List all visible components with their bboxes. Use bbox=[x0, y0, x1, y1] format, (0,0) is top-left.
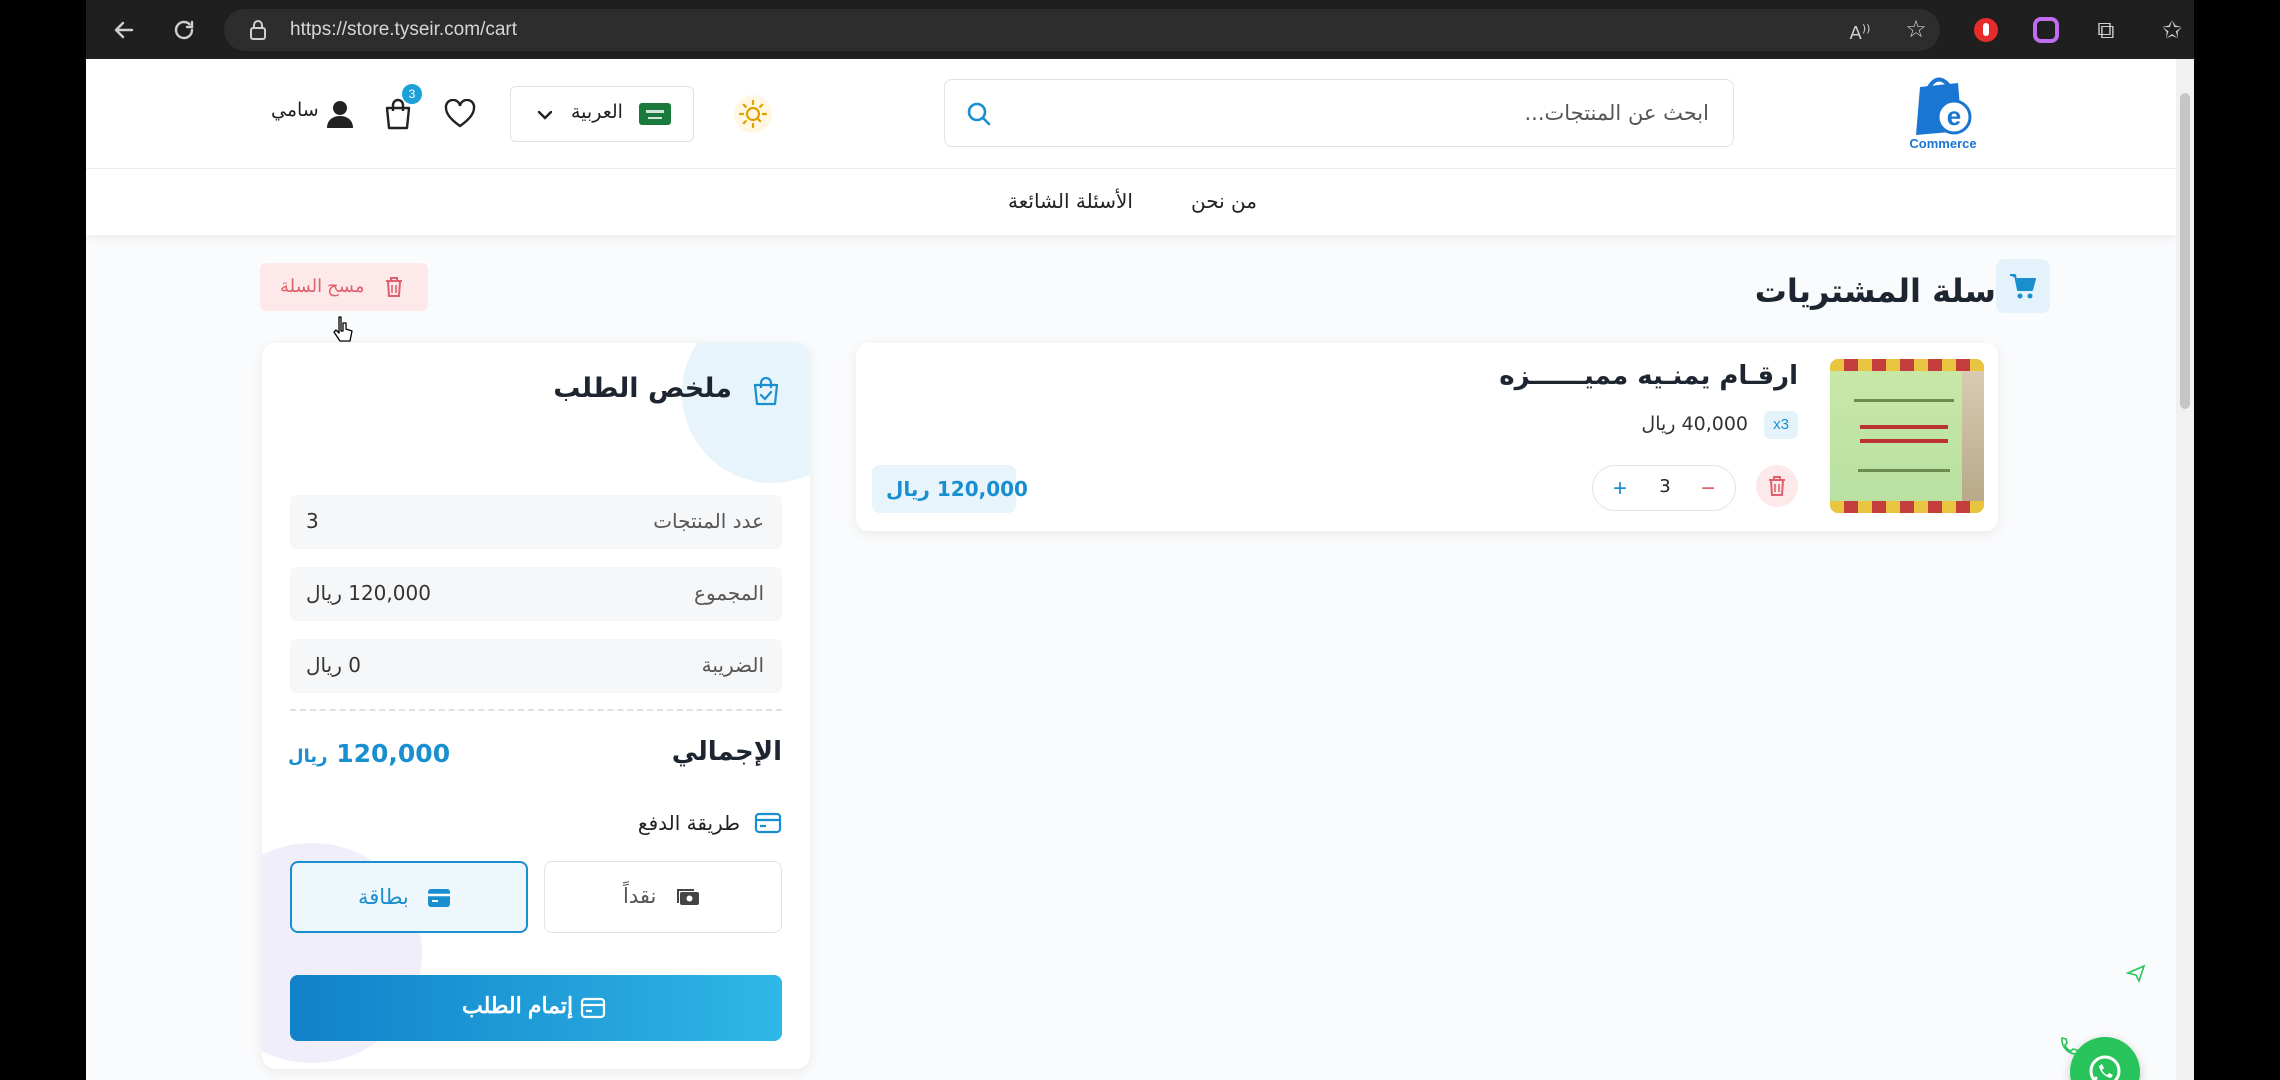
page-title: سلة المشتريات bbox=[1754, 272, 1996, 310]
cart-count-badge: 3 bbox=[402, 84, 422, 104]
grand-total-value: 120,000 ريال bbox=[288, 739, 450, 768]
theme-toggle-button[interactable] bbox=[734, 95, 772, 133]
scrollbar-thumb[interactable] bbox=[2180, 93, 2190, 409]
summary-title: ملخص الطلب bbox=[553, 373, 732, 404]
site-header: e Commerce العربية bbox=[86, 59, 2176, 169]
language-label: العربية bbox=[571, 101, 623, 123]
summary-row-label: المجموع bbox=[694, 581, 764, 605]
logo[interactable]: e Commerce bbox=[1898, 73, 1988, 155]
nav-about[interactable]: من نحن bbox=[1191, 189, 1257, 213]
line-total-badge: 120,000 ريال bbox=[872, 465, 1028, 513]
search-icon[interactable] bbox=[965, 100, 993, 128]
browser-window: https://store.tyseir.com/cart A)) ☆ ⧉ ✩ … bbox=[86, 0, 2194, 1080]
grand-total-currency: ريال bbox=[288, 746, 328, 767]
decrease-quantity-button[interactable]: − bbox=[1691, 472, 1725, 506]
search-box[interactable] bbox=[944, 79, 1734, 147]
page-content: e Commerce العربية bbox=[86, 59, 2176, 1080]
grand-total-amount: 120,000 bbox=[336, 739, 451, 768]
pay-cash-option[interactable]: نقداً bbox=[544, 861, 782, 933]
pay-card-option[interactable]: بطاقة bbox=[290, 861, 528, 933]
product-image[interactable] bbox=[1830, 359, 1984, 513]
favorite-star-icon[interactable]: ☆ bbox=[1900, 13, 1932, 45]
wishlist-heart-icon[interactable] bbox=[444, 99, 476, 129]
clear-cart-label: مسح السلة bbox=[280, 276, 365, 296]
remove-item-button[interactable] bbox=[1756, 465, 1798, 507]
cart-title-icon-box bbox=[1996, 259, 2050, 313]
nav-faq[interactable]: الأسئلة الشائعة bbox=[1008, 189, 1133, 213]
product-unit-price: 40,000 ريال bbox=[1641, 413, 1748, 435]
payment-method-title: طريقة الدفع bbox=[637, 811, 740, 835]
search-input[interactable] bbox=[1029, 80, 1709, 146]
line-total: 120,000 ريال bbox=[886, 477, 1028, 501]
trash-icon bbox=[386, 277, 402, 297]
mouse-cursor-icon bbox=[333, 316, 353, 342]
pay-cash-label: نقداً bbox=[623, 884, 657, 908]
extension-color-icon[interactable] bbox=[2030, 14, 2062, 46]
increase-quantity-button[interactable]: + bbox=[1603, 472, 1637, 506]
credit-card-icon bbox=[754, 812, 782, 834]
pay-card-label: بطاقة bbox=[358, 885, 409, 909]
credit-card-icon bbox=[580, 997, 606, 1019]
clear-cart-button[interactable]: مسح السلة bbox=[260, 263, 428, 311]
decorative-circle bbox=[682, 343, 810, 483]
whatsapp-chat-button[interactable] bbox=[2070, 1037, 2140, 1080]
back-icon[interactable] bbox=[108, 14, 140, 46]
user-icon[interactable] bbox=[326, 99, 354, 129]
logo-text: Commerce bbox=[1909, 136, 1976, 151]
checkout-label: إتمام الطلب bbox=[462, 993, 574, 1018]
summary-row-tax: الضريبة 0 ريال bbox=[290, 639, 782, 693]
credit-card-icon bbox=[428, 889, 450, 907]
checkout-button[interactable]: إتمام الطلب bbox=[290, 975, 782, 1041]
summary-row-label: عدد المنتجات bbox=[653, 509, 764, 533]
cart-item-card: ارقـام يمنـيه مميــــــزه x3 40,000 ريال… bbox=[856, 343, 1998, 531]
address-bar[interactable]: https://store.tyseir.com/cart A)) ☆ bbox=[224, 9, 1940, 51]
divider bbox=[290, 709, 782, 711]
whatsapp-icon bbox=[2089, 1055, 2121, 1080]
product-qty-badge: x3 bbox=[1764, 411, 1798, 439]
summary-row-subtotal: المجموع 120,000 ريال bbox=[290, 567, 782, 621]
favorites-icon[interactable]: ✩ bbox=[2156, 14, 2188, 46]
language-select[interactable]: العربية bbox=[510, 86, 694, 142]
quantity-stepper: − 3 + bbox=[1592, 465, 1736, 511]
grand-total-label: الإجمالي bbox=[671, 737, 782, 767]
chevron-down-icon bbox=[537, 110, 553, 120]
summary-row-value: 120,000 ريال bbox=[306, 581, 431, 605]
phone-icon bbox=[2061, 1037, 2079, 1055]
user-name[interactable]: سامي bbox=[271, 99, 319, 121]
summary-row-value: 0 ريال bbox=[306, 653, 361, 677]
cash-icon bbox=[677, 889, 699, 905]
extensions-puzzle-icon[interactable]: ⧉ bbox=[2090, 14, 2122, 46]
extension-red-icon[interactable] bbox=[1970, 14, 2002, 46]
reload-icon[interactable] bbox=[168, 14, 200, 46]
sun-icon bbox=[738, 99, 768, 129]
product-title[interactable]: ارقـام يمنـيه مميــــــزه bbox=[1499, 361, 1798, 391]
vertical-scrollbar[interactable] bbox=[2176, 59, 2194, 1080]
saudi-flag-icon bbox=[639, 103, 671, 125]
order-summary: ملخص الطلب عدد المنتجات 3 المجموع 120,00… bbox=[262, 343, 810, 1069]
summary-row-label: الضريبة bbox=[701, 653, 764, 677]
main-nav: من نحن الأسئلة الشائعة bbox=[86, 169, 2176, 235]
trash-icon bbox=[1769, 476, 1785, 496]
send-icon bbox=[2126, 964, 2146, 983]
quantity-value[interactable]: 3 bbox=[1645, 476, 1685, 497]
logo-letter: e bbox=[1947, 101, 1961, 131]
shopping-cart-icon bbox=[2010, 274, 2036, 299]
url-text[interactable]: https://store.tyseir.com/cart bbox=[290, 19, 517, 41]
lock-icon[interactable] bbox=[248, 18, 268, 42]
summary-row-count: عدد المنتجات 3 bbox=[290, 495, 782, 549]
read-aloud-icon[interactable]: A)) bbox=[1844, 13, 1876, 45]
summary-row-value: 3 bbox=[306, 509, 319, 533]
shopping-bag-check-icon bbox=[753, 376, 779, 406]
browser-toolbar: https://store.tyseir.com/cart A)) ☆ ⧉ ✩ bbox=[86, 0, 2194, 59]
